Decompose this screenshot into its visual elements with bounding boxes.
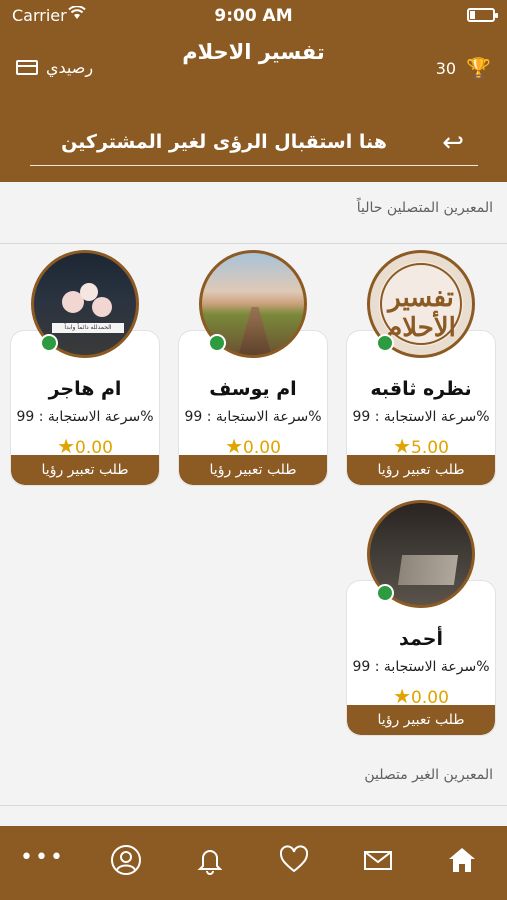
credit-card-icon xyxy=(16,60,38,75)
request-interpretation-button[interactable]: طلب تعبير رؤيا xyxy=(347,455,495,485)
request-interpretation-button[interactable]: طلب تعبير رؤيا xyxy=(347,705,495,735)
response-speed: سرعة الاستجابة : 99% xyxy=(352,409,490,425)
online-status-dot xyxy=(376,334,394,352)
banner-text: هنا استقبال الرؤى لغير المشتركين xyxy=(61,131,387,153)
bell-icon[interactable] xyxy=(188,844,232,880)
avatar-caption: الحمدلله دائماً وابداً xyxy=(52,323,124,333)
score-value: 30 xyxy=(435,58,457,78)
tab-bar: ••• xyxy=(0,826,507,900)
balance-label: رصيدي xyxy=(46,58,94,77)
status-bar: Carrier 9:00 AM xyxy=(0,0,507,30)
interpreter-name: ام يوسف xyxy=(209,378,297,400)
section-divider xyxy=(0,805,507,806)
app-header: Carrier 9:00 AM تفسير الاحلام رصيدي 30 🏆… xyxy=(0,0,507,182)
online-status-dot xyxy=(40,334,58,352)
score-display[interactable]: 30 🏆 xyxy=(436,56,491,80)
balance-button[interactable]: رصيدي xyxy=(16,58,93,77)
interpreter-name: ام هاجر xyxy=(48,378,122,400)
banner-row: هنا استقبال الرؤى لغير المشتركين ↩ xyxy=(30,122,478,166)
offline-section-title: المعبرين الغير متصلين xyxy=(364,767,493,783)
online-status-dot xyxy=(208,334,226,352)
mail-icon[interactable] xyxy=(356,844,400,880)
online-status-dot xyxy=(376,584,394,602)
more-icon[interactable]: ••• xyxy=(20,844,64,880)
back-arrow-icon[interactable]: ↩ xyxy=(442,128,464,158)
interpreter-name: نظره ثاقبه xyxy=(370,378,472,400)
home-icon[interactable] xyxy=(440,844,484,880)
online-section-title: المعبرين المتصلين حالياً xyxy=(356,200,493,216)
heart-icon[interactable] xyxy=(272,844,316,880)
response-speed: سرعة الاستجابة : 99% xyxy=(16,409,154,425)
trophy-icon: 🏆 xyxy=(466,56,491,80)
profile-icon[interactable] xyxy=(104,844,148,880)
battery-icon xyxy=(467,8,498,22)
response-speed: سرعة الاستجابة : 99% xyxy=(352,659,490,675)
request-interpretation-button[interactable]: طلب تعبير رؤيا xyxy=(179,455,327,485)
response-speed: سرعة الاستجابة : 99% xyxy=(184,409,322,425)
clock: 9:00 AM xyxy=(214,6,293,26)
request-interpretation-button[interactable]: طلب تعبير رؤيا xyxy=(11,455,159,485)
interpreter-name: أحمد xyxy=(399,628,443,650)
section-divider xyxy=(0,243,507,244)
